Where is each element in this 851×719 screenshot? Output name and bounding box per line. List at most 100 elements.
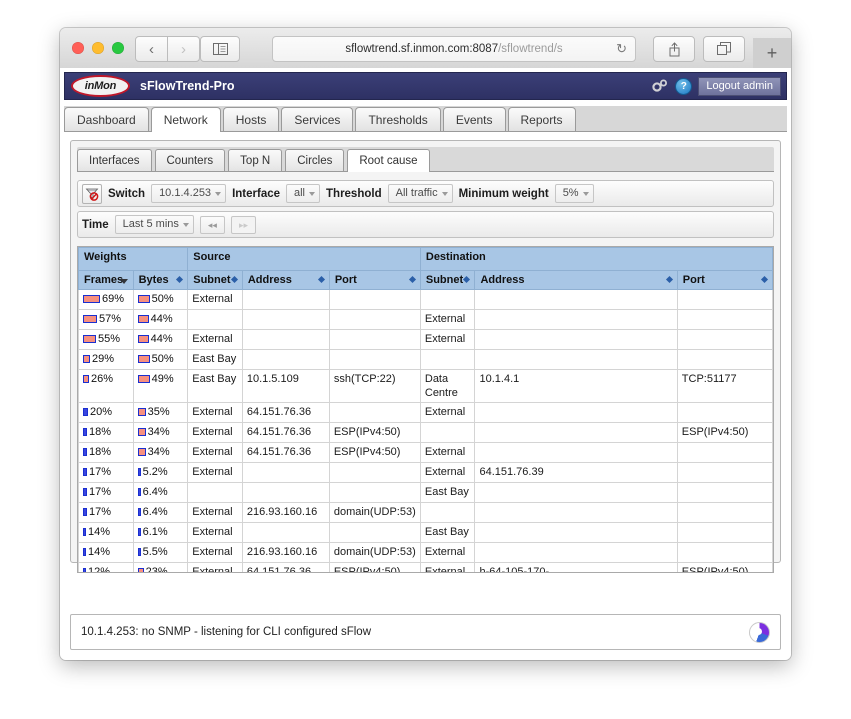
cell-source-subnet: External — [187, 562, 243, 572]
cell-source-port — [328, 349, 421, 370]
cell-bytes-weight: 23% — [132, 562, 189, 572]
minimum-weight-value: 5% — [562, 187, 579, 199]
column-label: Subnet — [425, 274, 464, 286]
forward-button[interactable]: › — [168, 36, 200, 62]
switch-select[interactable]: 10.1.4.253 — [151, 184, 227, 203]
cell-source-subnet: External — [187, 329, 243, 350]
column-header-frames[interactable]: Frames — [78, 270, 134, 290]
minimize-window-button[interactable] — [92, 42, 104, 54]
cell-bytes-weight: 34% — [132, 422, 189, 443]
table-row[interactable]: 14% 5.5% External 216.93.160.16 domain(UDP:5… — [78, 542, 773, 563]
sort-descending-icon — [119, 279, 128, 284]
maximize-window-button[interactable] — [112, 42, 124, 54]
column-header-source-port[interactable]: Port — [328, 270, 421, 290]
cell-source-port — [328, 289, 421, 310]
column-header-bytes[interactable]: Bytes — [132, 270, 189, 290]
address-bar[interactable]: sflowtrend.sf.inmon.com:8087/sflowtrend/… — [272, 36, 636, 62]
cell-destination-address — [474, 442, 678, 463]
subtab-root-cause[interactable]: Root cause — [347, 149, 430, 172]
subtab-interfaces[interactable]: Interfaces — [77, 149, 152, 171]
table-row[interactable]: 17% 6.4% East Bay — [78, 482, 773, 503]
weight-bar — [137, 335, 149, 343]
cell-bytes-weight: 50% — [132, 289, 189, 310]
table-row[interactable]: 17% 5.2% External External 64.151.76.39 — [78, 462, 773, 483]
tab-thresholds[interactable]: Thresholds — [355, 107, 441, 131]
column-header-destination-address[interactable]: Address — [474, 270, 678, 290]
cell-frames-weight: 14% — [78, 542, 134, 563]
column-header-destination-subnet[interactable]: Subnet — [419, 270, 476, 290]
clear-filter-icon[interactable] — [82, 183, 102, 204]
table-row[interactable]: 57% 44% External — [78, 309, 773, 330]
cell-destination-subnet: External — [419, 462, 476, 483]
close-window-button[interactable] — [72, 42, 84, 54]
table-row[interactable]: 55% 44% External External — [78, 329, 773, 350]
sidebar-toggle-button[interactable] — [200, 36, 240, 62]
show-tabs-button[interactable] — [703, 36, 745, 62]
minimum-weight-select[interactable]: 5% — [554, 184, 594, 203]
cell-bytes-weight: 35% — [132, 402, 189, 423]
chevron-left-icon: ‹ — [149, 40, 154, 58]
cell-destination-address: h-64-105-170-66.snva.ca.megapath.net(64.… — [474, 562, 678, 572]
tab-events[interactable]: Events — [442, 107, 506, 131]
share-button[interactable] — [653, 36, 695, 62]
weight-bar — [83, 295, 100, 303]
column-header-source-subnet[interactable]: Subnet — [187, 270, 243, 290]
cell-source-address — [241, 482, 330, 503]
time-range-select[interactable]: Last 5 mins — [114, 215, 194, 234]
navigation-buttons: ‹ › — [135, 36, 200, 62]
column-label: Frames — [84, 274, 124, 286]
cell-bytes-weight: 50% — [132, 349, 189, 370]
table-row[interactable]: 20% 35% External 64.151.76.36 External — [78, 402, 773, 423]
subtab-top-n[interactable]: Top N — [228, 149, 283, 171]
cell-source-port: domain(UDP:53) — [328, 502, 421, 523]
cell-destination-subnet: Data Centre — [419, 369, 476, 403]
weight-value: 57% — [99, 313, 122, 325]
settings-gear-icon[interactable] — [651, 78, 669, 94]
cell-source-address: 64.151.76.36 — [241, 402, 330, 423]
table-row[interactable]: 18% 34% External 64.151.76.36 ESP(IPv4:50) ES… — [78, 422, 773, 443]
back-button[interactable]: ‹ — [135, 36, 168, 62]
cell-source-port: domain(UDP:53) — [328, 542, 421, 563]
weight-value: 29% — [92, 353, 115, 365]
weight-bar — [83, 488, 87, 496]
weight-bar — [137, 488, 141, 496]
reload-icon[interactable]: ↻ — [616, 41, 627, 57]
browser-window: ‹ › sflowtrend.sf.inmon.com:8087/sflowtr… — [60, 28, 791, 660]
weight-bar — [137, 568, 144, 572]
time-previous-button[interactable]: ◂◂ — [199, 215, 225, 234]
new-tab-button[interactable]: + — [753, 38, 791, 68]
switch-value: 10.1.4.253 — [159, 187, 212, 199]
table-row[interactable]: 26% 49% East Bay 10.1.5.109 ssh(TCP:22) Data … — [78, 369, 773, 403]
weight-value: 49% — [151, 373, 174, 385]
weight-bar — [137, 408, 146, 416]
tab-reports[interactable]: Reports — [507, 107, 576, 131]
cell-destination-port — [676, 442, 773, 463]
interface-select[interactable]: all — [286, 184, 321, 203]
tab-services[interactable]: Services — [281, 107, 354, 131]
cell-source-address — [241, 329, 330, 350]
weight-bar — [83, 355, 90, 363]
cell-bytes-weight: 44% — [132, 329, 189, 350]
subtab-circles[interactable]: Circles — [285, 149, 345, 171]
tab-hosts[interactable]: Hosts — [222, 107, 280, 131]
logout-button[interactable]: Logout admin — [698, 76, 781, 96]
table-row[interactable]: 12% 23% External 64.151.76.36 ESP(IPv4:50) Ex… — [78, 562, 773, 572]
tab-network[interactable]: Network — [150, 107, 221, 132]
threshold-select[interactable]: All traffic — [387, 184, 453, 203]
column-header-destination-port[interactable]: Port — [676, 270, 773, 290]
table-row[interactable]: 29% 50% East Bay — [78, 349, 773, 370]
help-icon[interactable]: ? — [675, 77, 693, 95]
column-label: Address — [480, 274, 525, 286]
table-row[interactable]: 18% 34% External 64.151.76.36 ESP(IPv4:50) Ex… — [78, 442, 773, 463]
cell-frames-weight: 18% — [78, 422, 134, 443]
subtab-counters[interactable]: Counters — [154, 149, 226, 171]
address-bar-text: sflowtrend.sf.inmon.com:8087/sflowtrend/… — [345, 43, 562, 55]
table-row[interactable]: 17% 6.4% External 216.93.160.16 domain(UDP:5… — [78, 502, 773, 523]
sort-icon — [665, 275, 673, 284]
column-header-source-address[interactable]: Address — [241, 270, 330, 290]
time-next-button[interactable]: ▸▸ — [230, 215, 256, 234]
table-row[interactable]: 69% 50% External — [78, 289, 773, 310]
table-row[interactable]: 14% 6.1% External East Bay — [78, 522, 773, 543]
tab-dashboard[interactable]: Dashboard — [64, 107, 149, 131]
column-label: Port — [682, 274, 705, 286]
